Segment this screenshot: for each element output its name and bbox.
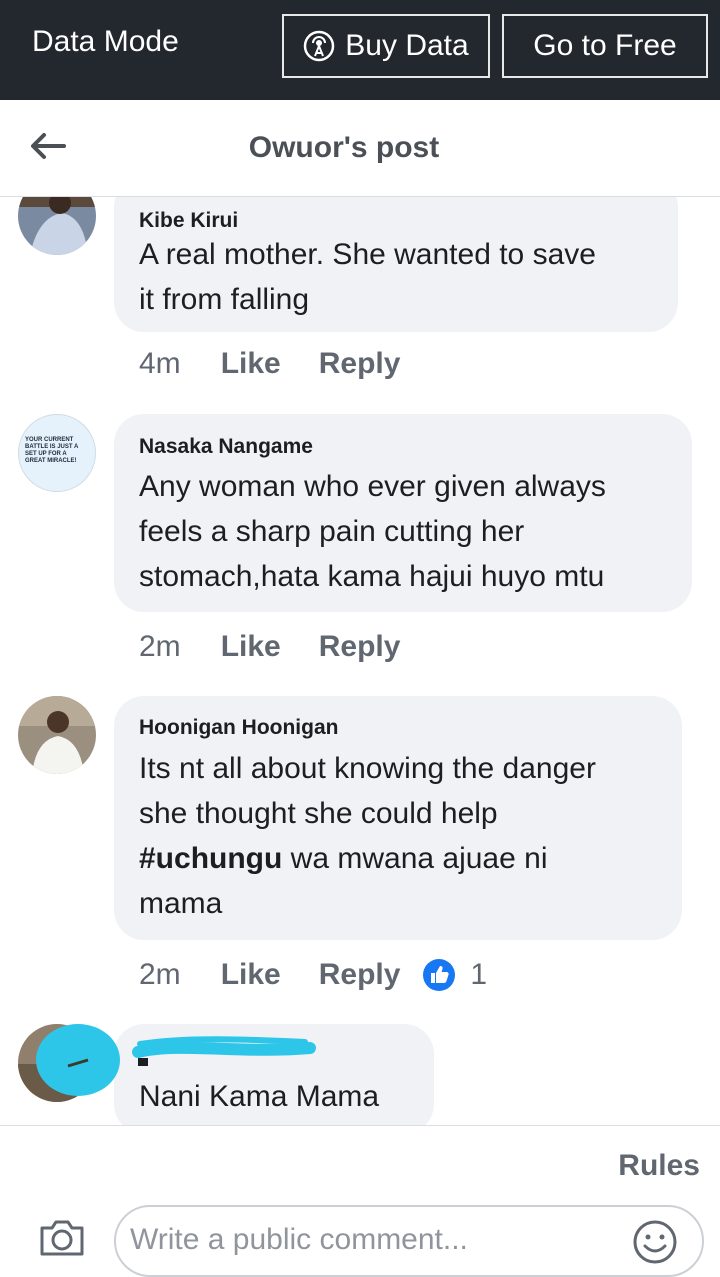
go-to-free-button[interactable]: Go to Free [502, 14, 708, 78]
hashtag-link[interactable]: #uchungu [139, 842, 282, 875]
comment-text-part: Its nt all about knowing the danger she … [139, 752, 596, 830]
commenter-name[interactable]: Hoonigan Hoonigan [139, 716, 338, 740]
camera-icon[interactable] [38, 1218, 86, 1258]
comment-actions: 2m Like Reply [139, 630, 422, 664]
like-reaction-icon [423, 959, 456, 991]
like-button[interactable]: Like [221, 347, 281, 381]
post-header: Owuor's post [0, 100, 720, 197]
comment-text: A real mother. She wanted to save it fro… [139, 238, 596, 316]
reply-button[interactable]: Reply [319, 630, 401, 664]
comment-bubble[interactable]: Hoonigan Hoonigan Its nt all about knowi… [114, 696, 682, 940]
like-button[interactable]: Like [221, 630, 281, 664]
avatar[interactable] [18, 696, 96, 774]
comment-bubble[interactable]: Kibe Kirui A real mother. She wanted to … [114, 197, 678, 332]
commenter-name[interactable]: Kibe Kirui [139, 209, 238, 233]
broadcast-icon [304, 30, 335, 62]
data-mode-bar: Data Mode Buy Data Go to Free [0, 0, 720, 100]
comment-input-placeholder: Write a public comment... [130, 1223, 468, 1256]
commenter-name[interactable]: Nasaka Nangame [139, 435, 313, 459]
buy-data-button[interactable]: Buy Data [282, 14, 490, 78]
reaction-count: 1 [470, 958, 488, 991]
go-to-free-label: Go to Free [533, 29, 677, 62]
comment-input[interactable]: Write a public comment... [114, 1205, 704, 1277]
data-mode-label: Data Mode [32, 25, 179, 58]
reply-button[interactable]: Reply [319, 347, 401, 381]
comment-text: Its nt all about knowing the danger she … [139, 746, 596, 926]
reply-button[interactable]: Reply [319, 958, 401, 992]
reaction-summary[interactable]: 1 [422, 958, 487, 992]
comment-text: Any woman who ever given always feels a … [139, 470, 606, 593]
avatar[interactable] [18, 197, 96, 255]
comment-list[interactable]: Kibe Kirui A real mother. She wanted to … [0, 197, 720, 1125]
comment-time: 2m [139, 630, 181, 663]
avatar-quote-text: YOUR CURRENT BATTLE IS JUST A SET UP FOR… [25, 437, 79, 464]
page-title: Owuor's post [248, 131, 440, 164]
like-button[interactable]: Like [221, 958, 281, 992]
comment-time: 4m [139, 347, 181, 380]
rules-link[interactable]: Rules [618, 1149, 700, 1183]
emoji-icon[interactable] [632, 1219, 678, 1265]
comment-time: 2m [139, 958, 181, 991]
comment-bubble[interactable]: Nasaka Nangame Any woman who ever given … [114, 414, 692, 612]
avatar[interactable]: YOUR CURRENT BATTLE IS JUST A SET UP FOR… [18, 414, 96, 492]
redaction-mark [36, 1024, 316, 1096]
comment-actions: 4m Like Reply [139, 347, 422, 381]
buy-data-label: Buy Data [345, 29, 469, 62]
comment-composer-area: Rules Write a public comment... [0, 1125, 720, 1277]
comment-actions: 2m Like Reply 1 [139, 958, 487, 992]
